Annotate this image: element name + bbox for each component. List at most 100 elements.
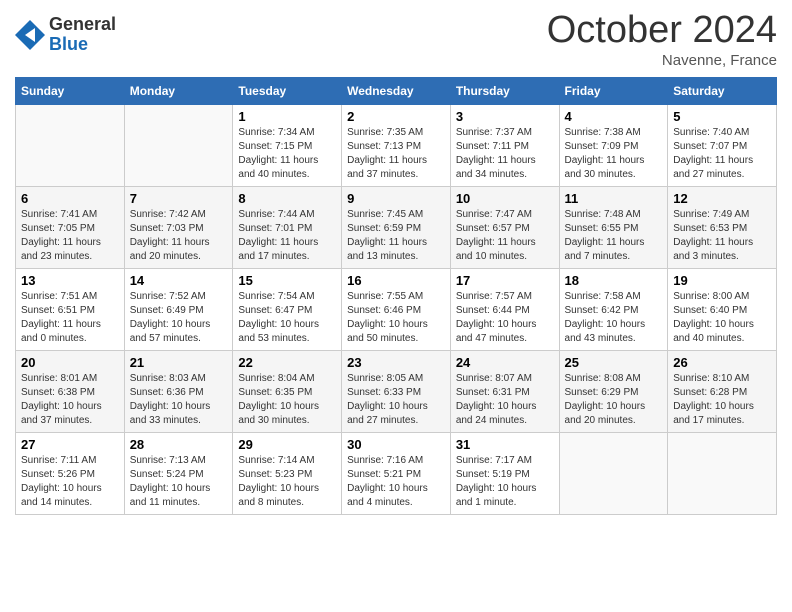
col-friday: Friday — [559, 77, 668, 104]
day-info: Sunrise: 7:42 AM Sunset: 7:03 PM Dayligh… — [130, 208, 228, 264]
calendar-cell — [559, 432, 668, 514]
day-number: 6 — [21, 191, 119, 206]
logo-icon — [15, 20, 45, 50]
location: Navenne, France — [547, 52, 777, 69]
day-info: Sunrise: 7:49 AM Sunset: 6:53 PM Dayligh… — [673, 208, 771, 264]
day-info: Sunrise: 8:01 AM Sunset: 6:38 PM Dayligh… — [21, 372, 119, 428]
day-number: 25 — [565, 355, 663, 370]
day-number: 12 — [673, 191, 771, 206]
day-number: 29 — [238, 437, 336, 452]
calendar-cell: 1 Sunrise: 7:34 AM Sunset: 7:15 PM Daylig… — [233, 104, 342, 186]
calendar-week-2: 6 Sunrise: 7:41 AM Sunset: 7:05 PM Daylig… — [16, 186, 777, 268]
day-info: Sunrise: 7:57 AM Sunset: 6:44 PM Dayligh… — [456, 290, 554, 346]
day-info: Sunrise: 7:40 AM Sunset: 7:07 PM Dayligh… — [673, 126, 771, 182]
calendar-cell: 8 Sunrise: 7:44 AM Sunset: 7:01 PM Daylig… — [233, 186, 342, 268]
calendar-week-1: 1 Sunrise: 7:34 AM Sunset: 7:15 PM Daylig… — [16, 104, 777, 186]
day-info: Sunrise: 7:54 AM Sunset: 6:47 PM Dayligh… — [238, 290, 336, 346]
day-number: 30 — [347, 437, 445, 452]
col-thursday: Thursday — [450, 77, 559, 104]
day-info: Sunrise: 8:07 AM Sunset: 6:31 PM Dayligh… — [456, 372, 554, 428]
logo-blue-text: Blue — [49, 35, 116, 55]
day-number: 9 — [347, 191, 445, 206]
calendar-cell: 5Sunrise: 7:40 AM Sunset: 7:07 PM Daylig… — [668, 104, 777, 186]
day-number: 31 — [456, 437, 554, 452]
day-info: Sunrise: 8:00 AM Sunset: 6:40 PM Dayligh… — [673, 290, 771, 346]
day-number: 20 — [21, 355, 119, 370]
calendar-week-3: 13 Sunrise: 7:51 AM Sunset: 6:51 PM Dayli… — [16, 268, 777, 350]
day-info: Sunrise: 7:55 AM Sunset: 6:46 PM Dayligh… — [347, 290, 445, 346]
day-number: 17 — [456, 273, 554, 288]
calendar-cell: 16Sunrise: 7:55 AM Sunset: 6:46 PM Dayli… — [342, 268, 451, 350]
logo: General Blue — [15, 15, 116, 55]
logo-text: General Blue — [49, 15, 116, 55]
day-number: 2 — [347, 109, 445, 124]
header: General Blue October 2024 Navenne, Franc… — [15, 10, 777, 69]
calendar-cell: 13 Sunrise: 7:51 AM Sunset: 6:51 PM Dayli… — [16, 268, 125, 350]
calendar-cell: 4 Sunrise: 7:38 AM Sunset: 7:09 PM Daylig… — [559, 104, 668, 186]
day-info: Sunrise: 7:45 AM Sunset: 6:59 PM Dayligh… — [347, 208, 445, 264]
col-wednesday: Wednesday — [342, 77, 451, 104]
calendar-cell: 25 Sunrise: 8:08 AM Sunset: 6:29 PM Dayli… — [559, 350, 668, 432]
calendar-cell: 18 Sunrise: 7:58 AM Sunset: 6:42 PM Dayli… — [559, 268, 668, 350]
col-tuesday: Tuesday — [233, 77, 342, 104]
calendar-cell: 17 Sunrise: 7:57 AM Sunset: 6:44 PM Dayli… — [450, 268, 559, 350]
day-info: Sunrise: 8:04 AM Sunset: 6:35 PM Dayligh… — [238, 372, 336, 428]
calendar-cell: 23Sunrise: 8:05 AM Sunset: 6:33 PM Dayli… — [342, 350, 451, 432]
calendar-cell: 28Sunrise: 7:13 AM Sunset: 5:24 PM Dayli… — [124, 432, 233, 514]
day-number: 19 — [673, 273, 771, 288]
calendar-cell: 21Sunrise: 8:03 AM Sunset: 6:36 PM Dayli… — [124, 350, 233, 432]
day-number: 26 — [673, 355, 771, 370]
day-info: Sunrise: 7:17 AM Sunset: 5:19 PM Dayligh… — [456, 454, 554, 510]
day-number: 11 — [565, 191, 663, 206]
title-section: October 2024 Navenne, France — [547, 10, 777, 69]
day-info: Sunrise: 7:52 AM Sunset: 6:49 PM Dayligh… — [130, 290, 228, 346]
day-info: Sunrise: 8:08 AM Sunset: 6:29 PM Dayligh… — [565, 372, 663, 428]
calendar-cell: 31 Sunrise: 7:17 AM Sunset: 5:19 PM Dayli… — [450, 432, 559, 514]
day-number: 1 — [238, 109, 336, 124]
day-number: 15 — [238, 273, 336, 288]
header-row: Sunday Monday Tuesday Wednesday Thursday… — [16, 77, 777, 104]
day-info: Sunrise: 7:47 AM Sunset: 6:57 PM Dayligh… — [456, 208, 554, 264]
calendar-cell: 24 Sunrise: 8:07 AM Sunset: 6:31 PM Dayli… — [450, 350, 559, 432]
calendar-table: Sunday Monday Tuesday Wednesday Thursday… — [15, 77, 777, 515]
col-sunday: Sunday — [16, 77, 125, 104]
day-number: 4 — [565, 109, 663, 124]
day-info: Sunrise: 7:11 AM Sunset: 5:26 PM Dayligh… — [21, 454, 119, 510]
day-info: Sunrise: 7:38 AM Sunset: 7:09 PM Dayligh… — [565, 126, 663, 182]
day-number: 28 — [130, 437, 228, 452]
day-info: Sunrise: 7:37 AM Sunset: 7:11 PM Dayligh… — [456, 126, 554, 182]
day-info: Sunrise: 7:51 AM Sunset: 6:51 PM Dayligh… — [21, 290, 119, 346]
calendar-week-4: 20 Sunrise: 8:01 AM Sunset: 6:38 PM Dayli… — [16, 350, 777, 432]
calendar-cell — [124, 104, 233, 186]
calendar-cell: 7 Sunrise: 7:42 AM Sunset: 7:03 PM Daylig… — [124, 186, 233, 268]
calendar-cell: 15 Sunrise: 7:54 AM Sunset: 6:47 PM Dayli… — [233, 268, 342, 350]
day-info: Sunrise: 7:41 AM Sunset: 7:05 PM Dayligh… — [21, 208, 119, 264]
day-info: Sunrise: 8:10 AM Sunset: 6:28 PM Dayligh… — [673, 372, 771, 428]
calendar-cell: 3 Sunrise: 7:37 AM Sunset: 7:11 PM Daylig… — [450, 104, 559, 186]
day-info: Sunrise: 7:16 AM Sunset: 5:21 PM Dayligh… — [347, 454, 445, 510]
month-title: October 2024 — [547, 10, 777, 52]
day-number: 10 — [456, 191, 554, 206]
calendar-page: General Blue October 2024 Navenne, Franc… — [0, 0, 792, 612]
calendar-cell — [16, 104, 125, 186]
day-info: Sunrise: 7:14 AM Sunset: 5:23 PM Dayligh… — [238, 454, 336, 510]
logo-general-text: General — [49, 15, 116, 35]
calendar-cell: 27Sunrise: 7:11 AM Sunset: 5:26 PM Dayli… — [16, 432, 125, 514]
calendar-cell: 11Sunrise: 7:48 AM Sunset: 6:55 PM Dayli… — [559, 186, 668, 268]
day-number: 7 — [130, 191, 228, 206]
calendar-cell: 12 Sunrise: 7:49 AM Sunset: 6:53 PM Dayli… — [668, 186, 777, 268]
day-number: 24 — [456, 355, 554, 370]
day-number: 21 — [130, 355, 228, 370]
day-number: 14 — [130, 273, 228, 288]
day-info: Sunrise: 7:34 AM Sunset: 7:15 PM Dayligh… — [238, 126, 336, 182]
day-info: Sunrise: 7:58 AM Sunset: 6:42 PM Dayligh… — [565, 290, 663, 346]
day-info: Sunrise: 7:44 AM Sunset: 7:01 PM Dayligh… — [238, 208, 336, 264]
calendar-cell: 20 Sunrise: 8:01 AM Sunset: 6:38 PM Dayli… — [16, 350, 125, 432]
calendar-cell: 10 Sunrise: 7:47 AM Sunset: 6:57 PM Dayli… — [450, 186, 559, 268]
day-number: 3 — [456, 109, 554, 124]
calendar-cell: 30 Sunrise: 7:16 AM Sunset: 5:21 PM Dayli… — [342, 432, 451, 514]
day-number: 8 — [238, 191, 336, 206]
day-number: 18 — [565, 273, 663, 288]
day-number: 13 — [21, 273, 119, 288]
calendar-cell: 14 Sunrise: 7:52 AM Sunset: 6:49 PM Dayli… — [124, 268, 233, 350]
